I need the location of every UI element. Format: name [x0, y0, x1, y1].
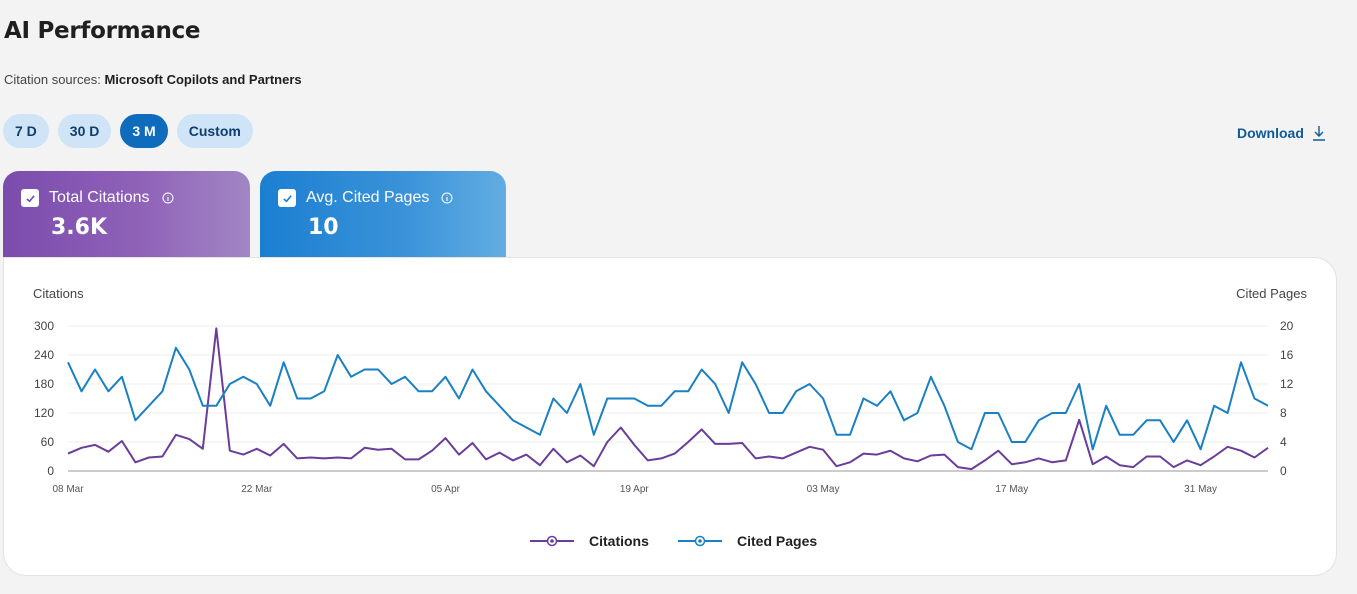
right-tick-label: 0: [1280, 464, 1287, 478]
right-tick-label: 4: [1280, 435, 1287, 449]
series-line: [67, 346, 1269, 451]
x-tick-label: 05 Apr: [431, 484, 461, 495]
info-icon[interactable]: [441, 192, 453, 204]
left-tick-label: 300: [34, 319, 54, 333]
left-tick-label: 0: [47, 464, 54, 478]
legend-label: Citations: [589, 533, 649, 549]
x-tick-label: 22 Mar: [241, 484, 273, 495]
avg-cited-pages-label: Avg. Cited Pages: [306, 189, 430, 206]
right-axis-title: Cited Pages: [1236, 286, 1307, 301]
checkmark-icon: [282, 194, 292, 202]
range-7d-button[interactable]: 7 D: [3, 114, 49, 148]
total-citations-card[interactable]: Total Citations 3.6K: [3, 171, 250, 271]
x-tick-label: 31 May: [1184, 484, 1217, 495]
right-tick-label: 20: [1280, 319, 1294, 333]
avg-cited-pages-value: 10: [308, 215, 339, 240]
left-tick-label: 120: [34, 406, 54, 420]
right-tick-label: 16: [1280, 348, 1294, 362]
x-tick-label: 03 May: [807, 484, 840, 495]
avg-cited-pages-checkbox[interactable]: [278, 189, 296, 207]
range-30d-button[interactable]: 30 D: [57, 114, 112, 148]
checkmark-icon: [25, 194, 35, 202]
left-tick-label: 240: [34, 348, 54, 362]
left-tick-label: 60: [41, 435, 55, 449]
total-citations-value: 3.6K: [51, 215, 108, 240]
right-tick-label: 12: [1280, 377, 1294, 391]
chart-panel: Citations Cited Pages 0 60 120 180 240 300 0 4 8 12…: [4, 258, 1336, 575]
citation-sources-value: Microsoft Copilots and Partners: [104, 72, 302, 87]
legend-marker-dot: [698, 539, 702, 543]
page-title: AI Performance: [4, 18, 201, 44]
left-tick-label: 180: [34, 377, 54, 391]
line-chart: Citations Cited Pages 0 60 120 180 240 300 0 4 8 12…: [33, 286, 1307, 549]
download-button[interactable]: Download: [1237, 125, 1326, 141]
avg-cited-pages-card[interactable]: Avg. Cited Pages 10: [260, 171, 506, 271]
legend-label: Cited Pages: [737, 533, 817, 549]
date-range-selector: 7 D 30 D 3 M Custom: [3, 114, 253, 148]
x-tick-label: 08 Mar: [52, 484, 84, 495]
x-tick-label: 17 May: [995, 484, 1028, 495]
download-icon: [1312, 126, 1325, 141]
legend-marker-dot: [550, 539, 554, 543]
total-citations-label: Total Citations: [49, 189, 150, 206]
range-custom-button[interactable]: Custom: [176, 114, 253, 148]
right-tick-label: 8: [1280, 406, 1287, 420]
left-axis-title: Citations: [33, 286, 84, 301]
download-label: Download: [1237, 125, 1304, 141]
info-icon[interactable]: [162, 192, 174, 204]
citation-sources: Citation sources: Microsoft Copilots and…: [4, 72, 302, 87]
range-3m-button[interactable]: 3 M: [120, 114, 168, 148]
citation-sources-label: Citation sources:: [4, 72, 101, 87]
total-citations-checkbox[interactable]: [21, 189, 39, 207]
x-tick-label: 19 Apr: [620, 484, 650, 495]
